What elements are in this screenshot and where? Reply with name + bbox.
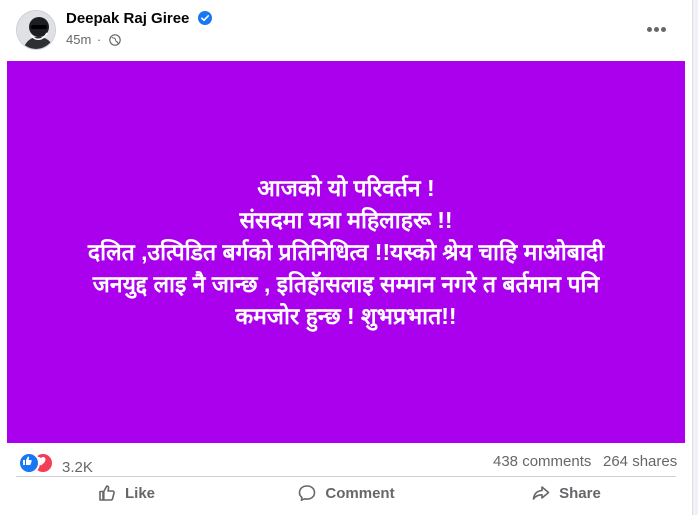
globe-icon[interactable] xyxy=(109,34,121,46)
shares-count[interactable]: 264 shares xyxy=(603,453,677,470)
post-content-background[interactable]: आजको यो परिवर्तन ! संसदमा यत्रा महिलाहरू… xyxy=(7,61,685,443)
author-name[interactable]: Deepak Raj Giree xyxy=(66,10,212,27)
post-text-line: जनयुद्द लाइ नै जान्छ , इतिहॅासलाइ सम्मान… xyxy=(92,271,600,297)
post-text-line: कमजोर हुन्छ ! शुभप्रभात!! xyxy=(235,303,457,329)
post-text-line: दलित ,उत्पिडित बर्गको प्रतिनिधित्व !!यस्… xyxy=(87,239,605,265)
comments-count[interactable]: 438 comments xyxy=(493,453,591,470)
verified-badge-icon xyxy=(197,11,212,25)
share-button[interactable]: Share xyxy=(456,478,676,508)
reaction-count[interactable]: 3.2K xyxy=(62,459,93,476)
more-options-icon-dot xyxy=(661,27,666,32)
meta-separator: · xyxy=(96,32,102,47)
comment-label: Comment xyxy=(325,484,395,502)
profile-photo-icon xyxy=(17,11,55,49)
post-meta: 45m · xyxy=(66,32,121,47)
avatar[interactable] xyxy=(16,10,56,50)
more-options-icon xyxy=(647,27,652,32)
more-options-icon-dot xyxy=(654,27,659,32)
author-name-text[interactable]: Deepak Raj Giree xyxy=(66,10,189,27)
post-text-line: संसदमा यत्रा महिलाहरू !! xyxy=(239,207,453,233)
post-text: आजको यो परिवर्तन ! संसदमा यत्रा महिलाहरू… xyxy=(26,172,666,332)
like-button[interactable]: Like xyxy=(16,478,236,508)
post-text-line: आजको यो परिवर्तन ! xyxy=(257,175,435,201)
share-label: Share xyxy=(559,484,601,502)
comment-button[interactable]: Comment xyxy=(236,478,456,508)
post-header: Deepak Raj Giree 45m · xyxy=(0,0,692,60)
thumbs-up-icon xyxy=(99,485,115,501)
comment-icon xyxy=(299,485,316,501)
divider xyxy=(16,476,676,477)
like-label: Like xyxy=(124,484,155,502)
more-options-button[interactable] xyxy=(640,14,672,46)
post-timestamp[interactable]: 45m xyxy=(66,32,91,47)
post-card: Deepak Raj Giree 45m · आजको यो परिवर्तन … xyxy=(0,0,693,515)
post-actions: Like Comment Share xyxy=(16,478,676,508)
share-icon xyxy=(532,486,550,500)
like-reaction-icon xyxy=(18,452,40,474)
post-stats: 3.2K 438 comments 264 shares xyxy=(0,446,692,476)
